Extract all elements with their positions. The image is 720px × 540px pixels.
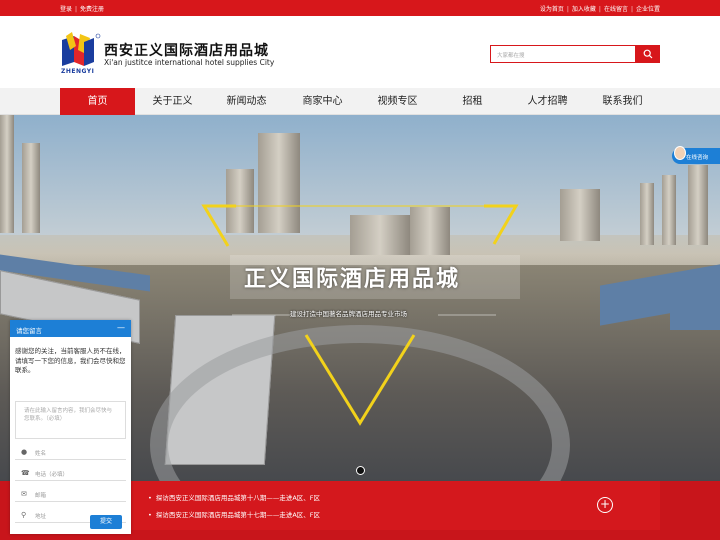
name-field-placeholder: 姓名 [35,451,47,457]
divider: | [566,6,569,13]
zhengyi-logo-icon[interactable] [60,32,102,72]
nav-videos[interactable]: 视频专区 [360,88,435,115]
search-input[interactable]: 大家都在搜 [490,45,636,63]
news-panel [126,481,660,530]
nav-leasing[interactable]: 招租 [435,88,510,115]
phone-field-placeholder: 电话（必填） [35,472,69,478]
nav-contact[interactable]: 联系我们 [585,88,660,115]
divider: | [630,6,633,13]
register-link[interactable]: 免费注册 [80,6,104,13]
divider: | [75,6,78,13]
online-consult-label: 在线咨询 [686,155,709,161]
location-icon: ⚲ [21,511,27,519]
address-field-placeholder: 地址 [35,514,47,520]
top-bar: 登录 | 免费注册 设为首页 | 加入收藏 | 在线留言 | 企业位置 [0,0,720,16]
nav-merchants[interactable]: 商家中心 [285,88,360,115]
site-name-cn: 西安正义国际酒店用品城 [104,43,269,59]
header: ZHENGYI 西安正义国际酒店用品城 Xi'an justitce inter… [0,16,720,88]
message-content-textarea[interactable]: 请在此输入留言内容，我们会尽快与您联系。（必填） [15,401,126,439]
banner-title: 正义国际酒店用品城 [244,267,461,292]
news-item[interactable]: 探访西安正义国际酒店用品城第十七期——走进A区、F区 [148,509,320,519]
submit-button[interactable]: 提交 [90,515,122,529]
search-button[interactable] [635,45,660,63]
company-location-link[interactable]: 企业位置 [636,6,660,13]
message-widget-intro: 感谢您的关注，当前客服人员不在线，请填写一下您的信息，我们会尽快和您联系。 [15,347,126,374]
agent-avatar-icon [674,146,686,160]
set-home-link[interactable]: 设为首页 [540,6,564,13]
message-widget-title: 请您留言 [16,327,42,335]
more-news-icon[interactable]: + [597,497,613,513]
message-widget-header[interactable]: 请您留言 — [10,320,131,337]
online-message-link[interactable]: 在线留言 [604,6,628,13]
add-favorite-link[interactable]: 加入收藏 [572,6,596,13]
search-icon [643,49,652,59]
message-widget: 请您留言 — 感谢您的关注，当前客服人员不在线，请填写一下您的信息，我们会尽快和… [10,320,131,534]
minimize-icon[interactable]: — [117,323,125,332]
nav-home[interactable]: 首页 [60,88,135,115]
name-field[interactable]: ● 姓名 [15,443,126,460]
top-bar-right: 设为首页 | 加入收藏 | 在线留言 | 企业位置 [540,4,660,13]
banner-subtitle: 建设打造中国著名品牌酒店用品专业市场 [290,310,407,318]
email-field-placeholder: 邮箱 [35,493,47,499]
email-field[interactable]: ✉ 邮箱 [15,485,126,502]
mail-icon: ✉ [21,490,27,498]
top-bar-left: 登录 | 免费注册 [60,4,104,13]
phone-field[interactable]: ☎ 电话（必填） [15,464,126,481]
user-icon: ● [21,448,28,456]
carousel-dot[interactable] [356,466,365,475]
login-link[interactable]: 登录 [60,6,72,13]
nav-careers[interactable]: 人才招聘 [510,88,585,115]
news-item[interactable]: 探访西安正义国际酒店用品城第十八期——走进A区、F区 [148,492,320,502]
divider: | [598,6,601,13]
site-name-en: Xi'an justitce international hotel suppl… [104,58,275,67]
main-nav: 首页 关于正义 新闻动态 商家中心 视频专区 招租 人才招聘 联系我们 [0,88,720,115]
logo-wordmark: ZHENGYI [61,68,95,75]
nav-about[interactable]: 关于正义 [135,88,210,115]
nav-news[interactable]: 新闻动态 [209,88,284,115]
phone-icon: ☎ [21,469,30,477]
